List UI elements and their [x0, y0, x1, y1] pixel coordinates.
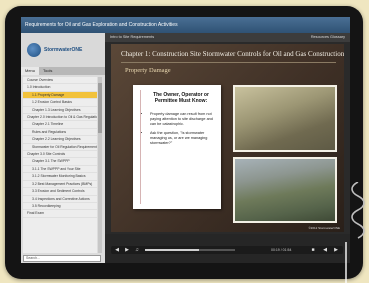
slide-canvas: Chapter 1: Construction Site Stormwater …: [111, 44, 344, 232]
next-icon[interactable]: ▶: [332, 246, 340, 254]
logo-mark-icon: [27, 43, 41, 57]
window-title: Requirements for Oil and Gas Exploration…: [21, 17, 350, 33]
landslide-photo: [233, 157, 337, 223]
menu-item[interactable]: 3.4 Inspections and Corrective Actions: [23, 196, 97, 203]
menu-item[interactable]: Chapter 3.0 Site Controls: [23, 151, 97, 159]
slide-heading: Chapter 1: Construction Site Stormwater …: [121, 50, 344, 58]
menu-item[interactable]: 3.1.2 Stormwater Monitoring Basics: [23, 173, 97, 181]
notepad-card: The Owner, Operator or Permittee Must Kn…: [133, 85, 221, 209]
menu-item[interactable]: Course Overview: [23, 77, 97, 85]
tab-menu[interactable]: Menu: [21, 67, 40, 75]
play-icon[interactable]: ▶: [123, 246, 131, 254]
menu-item[interactable]: Chapter 2.2 Learning Objectives: [23, 136, 97, 144]
slide-subheading: Property Damage: [125, 67, 171, 74]
logo: StormwaterONE: [21, 33, 105, 67]
nav-links[interactable]: Resources Glossary: [311, 33, 345, 42]
player-controls: ◀ ▶ ♫ 00:19 / 01:54 ■ ◀ ▶: [105, 234, 350, 263]
menu-item[interactable]: Chapter 2.0 Introduction to Oil & Gas Re…: [23, 114, 97, 122]
menu-item[interactable]: 3.2 Best Management Practices (BMPs): [23, 181, 97, 189]
menu-scrollbar[interactable]: [98, 77, 102, 253]
menu-item[interactable]: Final Exam: [23, 210, 97, 218]
menu-item[interactable]: Chapter 1.3 Learning Objectives: [23, 107, 97, 115]
notepad-margin: [135, 90, 141, 204]
menu-item[interactable]: Stormwater for Oil Regulation Requiremen…: [23, 144, 97, 152]
menu-item[interactable]: Chapter 2.1 Timeline: [23, 121, 97, 129]
menu-item[interactable]: Chapter 3.1 The SWPPP: [23, 158, 97, 166]
bullet-list: Property damage can result from not payi…: [142, 112, 214, 150]
control-bar: ◀ ▶ ♫ 00:19 / 01:54 ■ ◀ ▶: [111, 246, 343, 254]
menu-item[interactable]: 1.2 Erosion Control Basics: [23, 99, 97, 107]
menu-item[interactable]: 3.1.1 The SWPPP and Your Site: [23, 166, 97, 174]
menu-item[interactable]: 3.5 Recordkeeping: [23, 203, 97, 211]
copyright-credit: ©2012 StormwaterONE: [308, 226, 340, 230]
volume-icon[interactable]: ♫: [133, 246, 141, 254]
course-player-window: Requirements for Oil and Gas Exploration…: [21, 17, 350, 263]
progress-bar[interactable]: [145, 249, 235, 251]
tab-tools[interactable]: Tools: [39, 67, 56, 75]
bullet-item: Ask the question, "Is stormwater managin…: [150, 131, 214, 146]
menu-item[interactable]: 1.1 Property Damage: [23, 91, 97, 100]
top-navbar: Intro to Site Requirements Resources Glo…: [105, 33, 350, 42]
time-readout: 00:19 / 01:54: [271, 248, 292, 252]
progress-fill: [145, 249, 199, 251]
cc-icon[interactable]: ■: [309, 246, 317, 254]
bullet-item: Property damage can result from not payi…: [150, 112, 214, 127]
previous-icon[interactable]: ◀: [113, 246, 121, 254]
main-content: Intro to Site Requirements Resources Glo…: [105, 33, 350, 263]
erosion-photo: [233, 85, 337, 152]
breadcrumb: Intro to Site Requirements: [110, 35, 155, 39]
menu-scrollbar-thumb[interactable]: [98, 83, 102, 133]
note-title: The Owner, Operator or Permittee Must Kn…: [153, 92, 209, 104]
menu-item[interactable]: Rules and Regulations: [23, 129, 97, 137]
headphone-cable: [345, 182, 365, 283]
menu-item[interactable]: 3.3 Erosion and Sediment Controls: [23, 188, 97, 196]
course-menu: Course Overview 1.0 Introduction 1.1 Prope…: [23, 77, 97, 253]
sidebar: StormwaterONE Menu Tools Course Overview…: [21, 33, 105, 263]
back-icon[interactable]: ◀: [321, 246, 329, 254]
heading-divider: [121, 62, 336, 63]
menu-item[interactable]: 1.0 Introduction: [23, 84, 97, 92]
sidebar-tabs: Menu Tools: [21, 67, 105, 75]
logo-text: StormwaterONE: [44, 46, 83, 53]
search-input[interactable]: Search...: [23, 255, 101, 262]
